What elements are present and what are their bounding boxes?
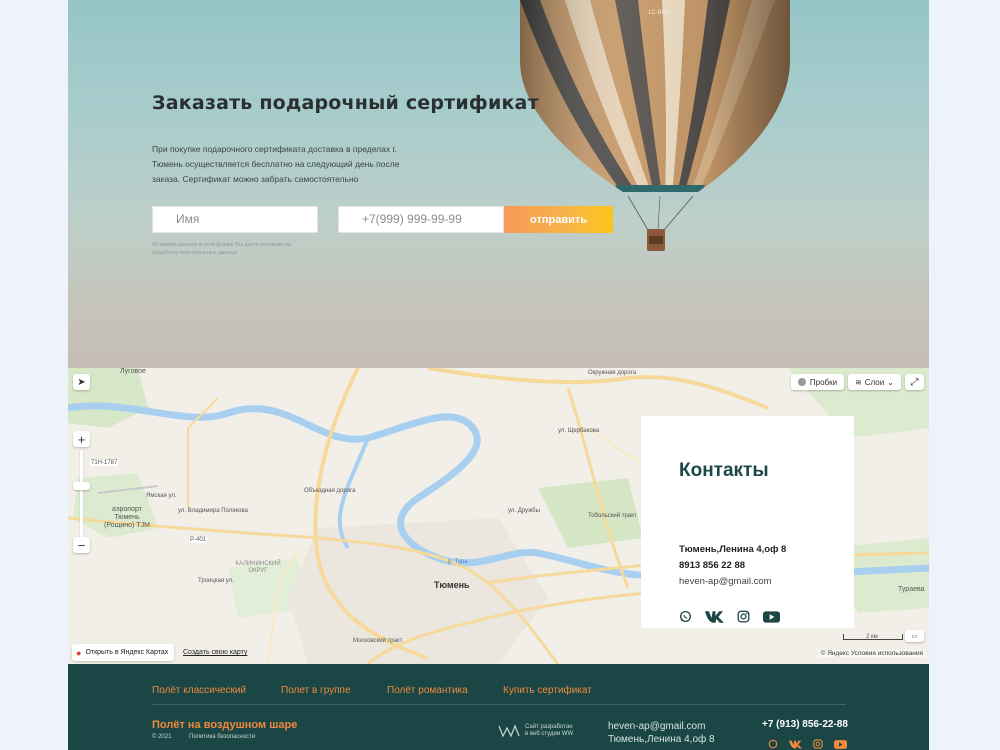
whatsapp-icon[interactable] bbox=[768, 736, 778, 750]
privacy-policy-link[interactable]: Политика безопасности bbox=[189, 734, 255, 740]
layers-label: Слои bbox=[864, 377, 885, 387]
open-label: Открыть в Яндекс Картах bbox=[85, 649, 169, 656]
developer-credit[interactable]: Сайт разработан в веб студии WW bbox=[498, 724, 575, 738]
map-label-airport: аэропорт Тюмень (Рощино) TJM bbox=[104, 506, 150, 529]
map-label-71n: 71Н-1787 bbox=[90, 460, 119, 466]
vk-icon[interactable] bbox=[705, 610, 724, 623]
zoom-out-button[interactable]: − bbox=[73, 537, 90, 553]
footer-nav-classic[interactable]: Полёт классический bbox=[152, 685, 246, 696]
zoom-slider[interactable] bbox=[80, 450, 83, 540]
page-title: Заказать подарочный сертификат bbox=[152, 92, 539, 114]
map-label-yamskaya: Ямская ул. bbox=[146, 493, 177, 499]
contacts-address: Тюмень,Ленина 4,оф 8 bbox=[679, 544, 787, 555]
open-in-yandex-button[interactable]: ● Открыть в Яндекс Картах bbox=[72, 644, 175, 661]
locate-button[interactable]: ➤ bbox=[73, 374, 90, 390]
name-input[interactable]: Имя bbox=[152, 206, 318, 233]
footer-divider bbox=[152, 704, 846, 705]
submit-button[interactable]: отправить bbox=[504, 206, 613, 233]
footer-address: Тюмень,Ленина 4,оф 8 bbox=[608, 734, 715, 745]
footer-nav-certificate[interactable]: Купить сертификат bbox=[503, 685, 592, 696]
traffic-label: Пробки bbox=[809, 377, 838, 387]
map-label-tobolsky: Тобольский тракт bbox=[588, 513, 637, 519]
footer-email[interactable]: heven-ap@gmail.com bbox=[608, 721, 705, 732]
contacts-title: Контакты bbox=[679, 460, 769, 481]
map-label-turaeva: Тураева bbox=[898, 586, 925, 593]
ruler-button[interactable]: ▭ bbox=[905, 630, 924, 642]
contacts-email[interactable]: heven-ap@gmail.com bbox=[679, 576, 772, 587]
create-map-link[interactable]: Создать свою карту bbox=[183, 649, 247, 656]
footer-copyright: © 2021 bbox=[152, 734, 172, 740]
balloon-registration: 1С-ВКН bbox=[648, 10, 670, 16]
map-label-trotsky: Троицкая ул. bbox=[198, 578, 234, 584]
map-label-tura: р. Тура bbox=[448, 559, 468, 565]
map-label-okruzhnaya: Окружная дорога bbox=[588, 370, 637, 376]
map-pin-icon: ● bbox=[76, 647, 82, 658]
certificate-hero: 1С-ВКН Заказать подарочный сертификат Пр… bbox=[68, 0, 929, 368]
footer-brand: Полёт на воздушном шаре bbox=[152, 719, 298, 731]
map-label-moskovsky: Московский тракт bbox=[353, 638, 403, 644]
hero-description: При покупке подарочного сертификата дост… bbox=[152, 144, 400, 184]
developer-text: Сайт разработан в веб студии WW bbox=[525, 724, 574, 737]
map-label-r401: Р-401 bbox=[189, 537, 208, 543]
vk-icon[interactable] bbox=[789, 736, 802, 750]
map-copyright[interactable]: © Яндекс Условия использования bbox=[818, 650, 925, 657]
footer-phone[interactable]: +7 (913) 856-22-88 bbox=[762, 719, 848, 730]
contacts-phone[interactable]: 8913 856 22 88 bbox=[679, 560, 745, 571]
phone-input[interactable]: +7(999) 999-99-99 bbox=[338, 206, 504, 233]
zoom-in-button[interactable]: + bbox=[73, 431, 90, 447]
map-label-tyumen: Тюмень bbox=[434, 580, 470, 590]
layers-icon: ≋ bbox=[855, 377, 862, 387]
map-label-shcherbakova: ул. Щербакова bbox=[558, 428, 600, 434]
footer-socials bbox=[768, 736, 847, 750]
chevron-down-icon: ⌄ bbox=[887, 377, 894, 387]
fullscreen-button[interactable]: ⤢ bbox=[905, 374, 924, 390]
layers-button[interactable]: ≋ Слои ⌄ bbox=[848, 374, 901, 390]
traffic-icon bbox=[797, 378, 806, 386]
traffic-button[interactable]: Пробки bbox=[791, 374, 844, 390]
youtube-icon[interactable] bbox=[834, 736, 847, 750]
consent-text: Оставляя данные в этой форме Вы даете со… bbox=[152, 242, 292, 256]
map-label-kalininsky: КАЛИНИНСКИЙ ОКРУГ bbox=[235, 561, 281, 574]
map-label-lugovoe: Луговое bbox=[120, 368, 146, 375]
studio-logo-icon bbox=[498, 724, 520, 738]
map-label-druzhby: ул. Дружбы bbox=[508, 508, 540, 514]
scale-label: 2 км bbox=[866, 634, 878, 640]
map-label-obezdnaya: Объездная дорога bbox=[304, 488, 356, 494]
footer-nav-romance[interactable]: Полёт романтика bbox=[387, 685, 468, 696]
map[interactable]: Луговое аэропорт Тюмень (Рощино) TJM Тюм… bbox=[68, 368, 929, 664]
instagram-icon[interactable] bbox=[737, 610, 750, 623]
zoom-handle[interactable] bbox=[73, 482, 90, 490]
whatsapp-icon[interactable] bbox=[679, 610, 692, 623]
contacts-card: Контакты Тюмень,Ленина 4,оф 8 8913 856 2… bbox=[641, 416, 854, 628]
map-label-vladimira: ул. Владимира Полякова bbox=[178, 508, 248, 514]
footer: Полёт классический Полет в группе Полёт … bbox=[68, 664, 929, 750]
page: 1С-ВКН Заказать подарочный сертификат Пр… bbox=[68, 0, 929, 750]
footer-nav-group[interactable]: Полет в группе bbox=[281, 685, 351, 696]
youtube-icon[interactable] bbox=[763, 610, 780, 623]
contacts-socials bbox=[679, 610, 780, 623]
instagram-icon[interactable] bbox=[813, 736, 823, 750]
